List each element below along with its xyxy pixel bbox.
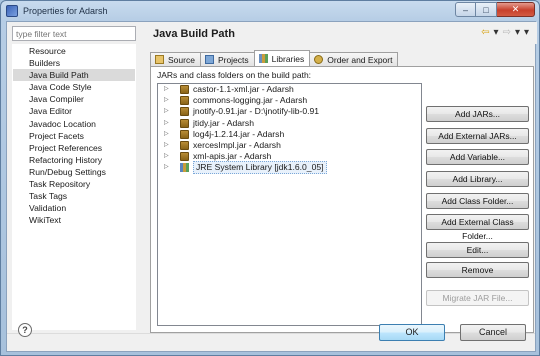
tree-item-label: xercesImpl.jar - Adarsh — [193, 140, 281, 151]
tree-item[interactable]: ▷ xercesImpl.jar - Adarsh — [158, 140, 421, 151]
tree-item[interactable]: ▷ castor-1.1-xml.jar - Adarsh — [158, 84, 421, 95]
footer-divider — [7, 333, 535, 334]
projects-icon — [204, 55, 214, 64]
tab-label: Source — [168, 54, 195, 65]
nav-item-java-code-style[interactable]: Java Code Style — [13, 81, 135, 93]
migrate-jar-button[interactable]: Migrate JAR File... — [426, 290, 529, 306]
nav-item-java-compiler[interactable]: Java Compiler — [13, 93, 135, 105]
order-export-icon — [314, 55, 324, 64]
tree-item[interactable]: ▷ jtidy.jar - Adarsh — [158, 118, 421, 129]
jar-icon — [180, 152, 189, 162]
expand-icon[interactable]: ▷ — [164, 140, 174, 151]
back-arrow-icon[interactable]: ⇦ — [481, 27, 489, 38]
expand-icon[interactable]: ▷ — [164, 84, 174, 95]
nav-item-task-repository[interactable]: Task Repository — [13, 178, 135, 190]
library-tree[interactable]: ▷ castor-1.1-xml.jar - Adarsh ▷ commons-… — [157, 83, 422, 326]
add-library-button[interactable]: Add Library... — [426, 171, 529, 187]
nav-item-resource[interactable]: Resource — [13, 45, 135, 57]
pane-divider[interactable] — [141, 22, 144, 332]
add-class-folder-button[interactable]: Add Class Folder... — [426, 193, 529, 209]
nav-item-run-debug-settings[interactable]: Run/Debug Settings — [13, 166, 135, 178]
build-path-tabs: Source Projects Libraries Order and Expo… — [150, 50, 399, 66]
close-button[interactable]: ✕ — [497, 2, 535, 17]
tree-item-label: commons-logging.jar - Adarsh — [193, 95, 308, 106]
jar-icon — [180, 118, 189, 128]
help-icon[interactable]: ? — [18, 323, 32, 337]
tab-label: Order and Export — [327, 54, 393, 65]
tab-projects[interactable]: Projects — [199, 52, 255, 66]
ok-button[interactable]: OK — [379, 324, 445, 341]
jar-icon — [180, 85, 189, 95]
back-dropdown-icon[interactable]: ▾ — [494, 27, 499, 38]
tree-item[interactable]: ▷ jnotify-0.91.jar - D:\jnotify-lib-0.91 — [158, 106, 421, 117]
tab-label: Projects — [217, 54, 249, 65]
expand-icon[interactable]: ▷ — [164, 95, 174, 106]
jar-icon — [180, 141, 189, 151]
tree-item-label: jnotify-0.91.jar - D:\jnotify-lib-0.91 — [193, 106, 320, 117]
nav-item-builders[interactable]: Builders — [13, 57, 135, 69]
header-tools: ⇦ ▾ ⇨ ▾ ▾ — [481, 27, 529, 38]
title-bar[interactable]: Properties for Adarsh – □ ✕ — [1, 1, 539, 21]
view-menu-icon[interactable]: ▾ — [524, 27, 529, 38]
page-header: Java Build Path ⇦ ▾ ⇨ ▾ ▾ — [144, 22, 537, 44]
nav-item-java-build-path[interactable]: Java Build Path — [13, 69, 135, 82]
nav-item-wikitext[interactable]: WikiText — [13, 214, 135, 226]
dialog-client-area: Resource Builders Java Build Path Java C… — [6, 21, 537, 352]
nav-item-refactoring-history[interactable]: Refactoring History — [13, 154, 135, 166]
expand-icon[interactable]: ▷ — [164, 162, 174, 173]
libraries-icon — [258, 54, 268, 63]
source-folder-icon — [155, 55, 164, 64]
properties-dialog: Properties for Adarsh – □ ✕ Resource Bui… — [0, 0, 540, 356]
nav-item-javadoc-location[interactable]: Javadoc Location — [13, 118, 135, 130]
nav-item-task-tags[interactable]: Task Tags — [13, 190, 135, 202]
add-external-class-folder-button[interactable]: Add External Class Folder... — [426, 214, 529, 241]
maximize-button[interactable]: □ — [476, 2, 497, 17]
tree-item-label: log4j-1.2.14.jar - Adarsh — [193, 128, 285, 139]
add-jars-button[interactable]: Add JARs... — [426, 106, 529, 122]
window-controls: – □ ✕ — [455, 2, 535, 17]
nav-item-project-facets[interactable]: Project Facets — [13, 130, 135, 142]
tab-order-and-export[interactable]: Order and Export — [309, 52, 399, 66]
jars-label: JARs and class folders on the build path… — [157, 70, 312, 80]
tab-source[interactable]: Source — [150, 52, 201, 66]
libraries-panel: JARs and class folders on the build path… — [150, 66, 534, 333]
expand-icon[interactable]: ▷ — [164, 151, 174, 162]
expand-icon[interactable]: ▷ — [164, 118, 174, 129]
add-variable-button[interactable]: Add Variable... — [426, 149, 529, 165]
filter-input[interactable] — [12, 26, 136, 41]
category-list: Resource Builders Java Build Path Java C… — [12, 44, 136, 330]
jar-icon — [180, 96, 189, 106]
nav-item-java-editor[interactable]: Java Editor — [13, 105, 135, 117]
remove-button[interactable]: Remove — [426, 262, 529, 278]
tree-item-label: JRE System Library [jdk1.6.0_05] — [193, 161, 327, 175]
tab-libraries[interactable]: Libraries — [253, 50, 311, 66]
nav-item-project-references[interactable]: Project References — [13, 142, 135, 154]
tree-item-jre[interactable]: ▷ JRE System Library [jdk1.6.0_05] — [158, 161, 421, 175]
tree-item[interactable]: ▷ log4j-1.2.14.jar - Adarsh — [158, 129, 421, 140]
forward-arrow-icon[interactable]: ⇨ — [503, 27, 511, 38]
tree-item-label: jtidy.jar - Adarsh — [193, 117, 254, 128]
window-title: Properties for Adarsh — [23, 6, 108, 16]
app-icon — [6, 5, 18, 17]
add-external-jars-button[interactable]: Add External JARs... — [426, 128, 529, 144]
edit-button[interactable]: Edit... — [426, 242, 529, 258]
forward-dropdown-icon[interactable]: ▾ — [515, 27, 520, 38]
tree-item[interactable]: ▷ commons-logging.jar - Adarsh — [158, 95, 421, 106]
library-icon — [180, 163, 189, 173]
tab-label: Libraries — [271, 53, 305, 64]
jar-icon — [180, 129, 189, 139]
tree-item-label: castor-1.1-xml.jar - Adarsh — [193, 84, 294, 95]
expand-icon[interactable]: ▷ — [164, 129, 174, 140]
minimize-button[interactable]: – — [455, 2, 476, 17]
nav-item-validation[interactable]: Validation — [13, 202, 135, 214]
page-title: Java Build Path — [153, 28, 235, 40]
expand-icon[interactable]: ▷ — [164, 106, 174, 117]
cancel-button[interactable]: Cancel — [460, 324, 526, 341]
jar-icon — [180, 107, 189, 117]
